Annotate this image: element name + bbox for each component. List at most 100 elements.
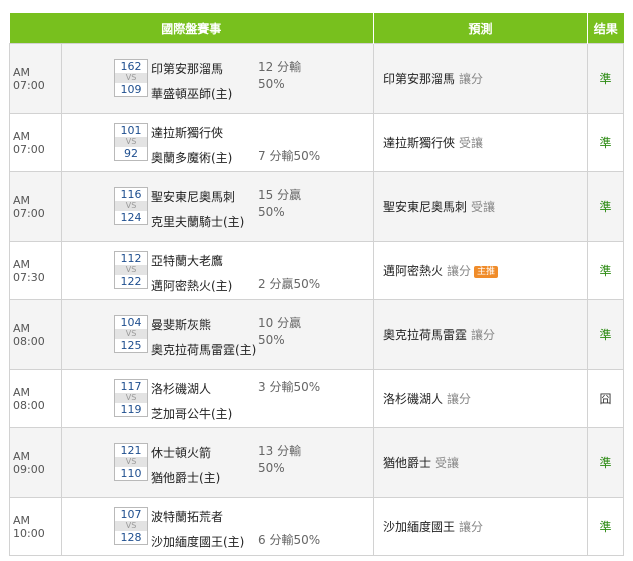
header-prediction: 預測 <box>373 13 589 44</box>
vs-label: VS <box>115 329 147 339</box>
odds-line-1: 10 分贏 <box>258 316 302 330</box>
away-score: 112 <box>120 252 142 265</box>
predicted-team: 聖安東尼奧馬刺 <box>383 200 468 214</box>
vs-label: VS <box>115 265 147 275</box>
home-score: 92 <box>124 147 138 160</box>
game-row: AM 10:00 107 VS 128 波特蘭拓荒者 沙加緬度國王(主) 6 分… <box>9 497 625 556</box>
home-team: 沙加緬度國王(主) <box>151 535 245 549</box>
predicted-team: 達拉斯獨行俠 <box>383 136 456 150</box>
score-box: 107 VS 128 <box>114 507 148 545</box>
home-score: 109 <box>120 83 142 96</box>
vs-label: VS <box>115 201 147 211</box>
game-row: AM 08:00 104 VS 125 曼斐斯灰熊 奧克拉荷馬雷霆(主) 10 … <box>9 299 625 370</box>
game-row: AM 07:00 116 VS 124 聖安東尼奧馬刺 克里夫蘭騎士(主) 15… <box>9 171 625 242</box>
home-team: 華盛頓巫師(主) <box>151 87 233 101</box>
vs-label: VS <box>115 521 147 531</box>
odds-line-2: 50% <box>258 77 285 91</box>
games-table: 國際盤賽事 預測 结果 AM 07:00 162 VS 109 印第安那溜馬 華… <box>9 13 625 556</box>
away-team: 達拉斯獨行俠 <box>151 126 224 140</box>
predicted-team: 邁阿密熱火 <box>383 264 444 278</box>
away-score: 162 <box>120 60 142 73</box>
matchup-cell: 116 VS 124 聖安東尼奧馬刺 克里夫蘭騎士(主) 15 分贏 50% <box>60 171 375 242</box>
away-score: 107 <box>120 508 142 521</box>
odds-line-1: 13 分輸 <box>258 444 302 458</box>
predicted-bet-type: 讓分 <box>447 392 472 406</box>
odds-line-2: 50% <box>258 205 285 219</box>
result-mark: 準 <box>587 43 625 114</box>
home-score: 122 <box>120 275 142 288</box>
home-score: 119 <box>120 403 142 416</box>
vs-label: VS <box>115 137 147 147</box>
matchup-cell: 107 VS 128 波特蘭拓荒者 沙加緬度國王(主) 6 分輸50% <box>60 497 375 556</box>
predicted-team: 印第安那溜馬 <box>383 72 456 86</box>
home-team: 邁阿密熱火(主) <box>151 279 233 293</box>
result-mark: 準 <box>587 427 625 498</box>
game-time: AM 10:00 <box>9 497 62 556</box>
result-mark: 囧 <box>587 369 625 428</box>
game-row: AM 07:30 112 VS 122 亞特蘭大老鷹 邁阿密熱火(主) 2 分贏… <box>9 241 625 300</box>
score-box: 162 VS 109 <box>114 59 148 97</box>
matchup-cell: 117 VS 119 洛杉磯湖人 芝加哥公牛(主) 3 分輸50% <box>60 369 375 428</box>
home-team: 猶他爵士(主) <box>151 471 221 485</box>
predicted-bet-type: 讓分 <box>459 520 484 534</box>
game-time: AM 07:30 <box>9 241 62 300</box>
result-mark: 準 <box>587 241 625 300</box>
header-match: 國際盤賽事 <box>9 13 375 44</box>
home-team: 克里夫蘭騎士(主) <box>151 215 245 229</box>
predicted-bet-type: 讓分 <box>471 328 496 342</box>
vs-label: VS <box>115 393 147 403</box>
odds-line-1: 12 分輸 <box>258 60 302 74</box>
matchup-cell: 112 VS 122 亞特蘭大老鷹 邁阿密熱火(主) 2 分贏50% <box>60 241 375 300</box>
score-box: 117 VS 119 <box>114 379 148 417</box>
away-team: 波特蘭拓荒者 <box>151 510 224 524</box>
game-time: AM 09:00 <box>9 427 62 498</box>
game-row: AM 07:00 101 VS 92 達拉斯獨行俠 奧蘭多魔術(主) 7 分輸5… <box>9 113 625 172</box>
game-time: AM 07:00 <box>9 43 62 114</box>
away-team: 聖安東尼奧馬刺 <box>151 190 236 204</box>
prediction-cell: 聖安東尼奧馬刺 受讓 <box>373 171 589 242</box>
predicted-bet-type: 受讓 <box>459 136 484 150</box>
predicted-team: 奧克拉荷馬雷霆 <box>383 328 468 342</box>
predicted-team: 猶他爵士 <box>383 456 432 470</box>
result-mark: 準 <box>587 171 625 242</box>
matchup-cell: 121 VS 110 休士頓火箭 猶他爵士(主) 13 分輸 50% <box>60 427 375 498</box>
prediction-cell: 印第安那溜馬 讓分 <box>373 43 589 114</box>
away-team: 印第安那溜馬 <box>151 62 224 76</box>
result-mark: 準 <box>587 299 625 370</box>
score-box: 121 VS 110 <box>114 443 148 481</box>
away-score: 116 <box>120 188 142 201</box>
home-score: 124 <box>120 211 142 224</box>
away-score: 104 <box>120 316 142 329</box>
games-table-body: AM 07:00 162 VS 109 印第安那溜馬 華盛頓巫師(主) 12 分… <box>9 43 625 556</box>
odds-line-2: 2 分贏50% <box>258 277 321 291</box>
predicted-bet-type: 讓分 <box>459 72 484 86</box>
home-team: 奧克拉荷馬雷霆(主) <box>151 343 257 357</box>
predicted-bet-type: 受讓 <box>471 200 496 214</box>
prediction-cell: 洛杉磯湖人 讓分 <box>373 369 589 428</box>
game-time: AM 08:00 <box>9 369 62 428</box>
away-score: 121 <box>120 444 142 457</box>
header-result: 结果 <box>587 13 624 44</box>
game-time: AM 07:00 <box>9 171 62 242</box>
score-box: 101 VS 92 <box>114 123 148 161</box>
prediction-cell: 邁阿密熱火 讓分 主推 <box>373 241 589 300</box>
game-row: AM 09:00 121 VS 110 休士頓火箭 猶他爵士(主) 13 分輸 … <box>9 427 625 498</box>
prediction-cell: 達拉斯獨行俠 受讓 <box>373 113 589 172</box>
odds-line-2: 50% <box>258 333 285 347</box>
predicted-bet-type: 讓分 <box>447 264 472 278</box>
away-team: 曼斐斯灰熊 <box>151 318 212 332</box>
away-team: 休士頓火箭 <box>151 446 212 460</box>
score-box: 116 VS 124 <box>114 187 148 225</box>
game-time: AM 07:00 <box>9 113 62 172</box>
away-score: 101 <box>120 124 142 137</box>
home-score: 128 <box>120 531 142 544</box>
matchup-cell: 101 VS 92 達拉斯獨行俠 奧蘭多魔術(主) 7 分輸50% <box>60 113 375 172</box>
away-score: 117 <box>120 380 142 393</box>
game-row: AM 07:00 162 VS 109 印第安那溜馬 華盛頓巫師(主) 12 分… <box>9 43 625 114</box>
game-time: AM 08:00 <box>9 299 62 370</box>
prediction-cell: 沙加緬度國王 讓分 <box>373 497 589 556</box>
game-row: AM 08:00 117 VS 119 洛杉磯湖人 芝加哥公牛(主) 3 分輸5… <box>9 369 625 428</box>
result-mark: 準 <box>587 497 625 556</box>
away-team: 亞特蘭大老鷹 <box>151 254 224 268</box>
predicted-team: 沙加緬度國王 <box>383 520 456 534</box>
